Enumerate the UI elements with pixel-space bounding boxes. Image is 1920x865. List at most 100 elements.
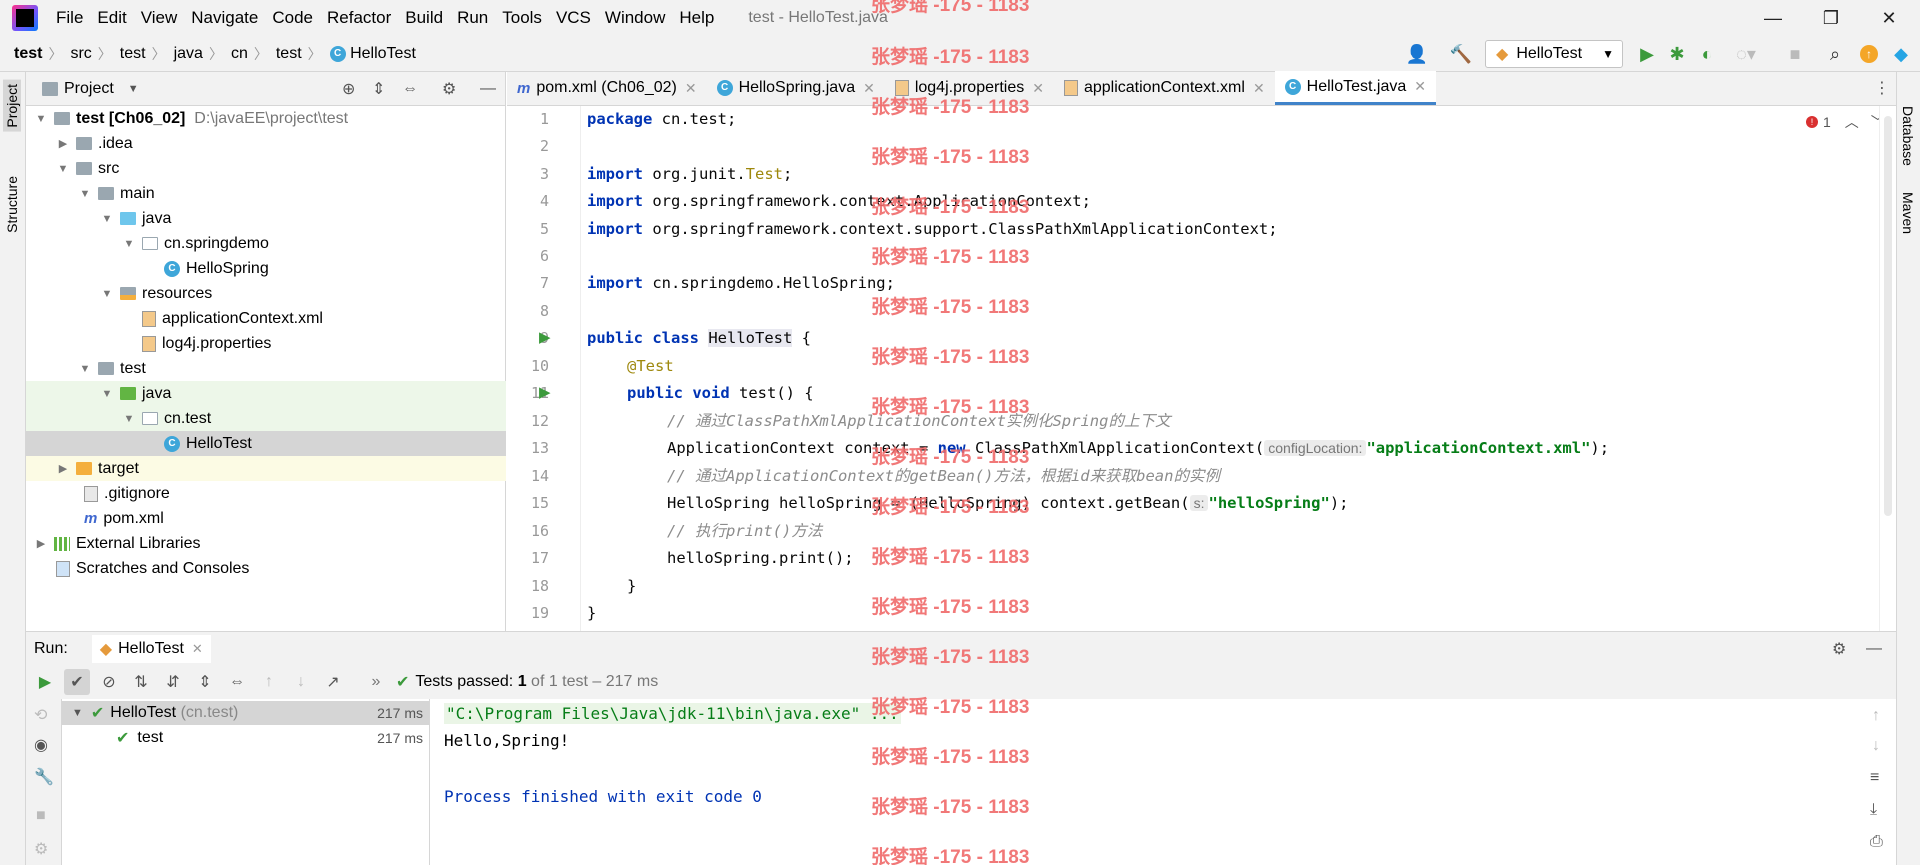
project-panel-title[interactable]: Project <box>64 80 114 98</box>
tree-item-cn-springdemo[interactable]: ▼ cn.springdemo <box>26 231 506 256</box>
close-tab-icon[interactable]: ✕ <box>685 80 697 97</box>
close-tab-icon[interactable]: ✕ <box>1253 80 1265 97</box>
tree-item-target[interactable]: ▶ target <box>26 456 506 481</box>
tree-item-cn-test[interactable]: ▼ cn.test <box>26 406 506 431</box>
console-output[interactable]: "C:\Program Files\Java\jdk-11\bin\java.e… <box>430 699 1866 865</box>
breadcrumb-item[interactable]: test <box>14 45 42 63</box>
locate-icon[interactable]: ⊕ <box>342 79 355 99</box>
close-tab-icon[interactable]: ✕ <box>863 80 875 97</box>
run-test-class-icon[interactable]: ▶ <box>539 328 551 346</box>
more-tabs-icon[interactable]: ⋮ <box>1874 71 1890 105</box>
test-result-row[interactable]: ✔ test 217 ms <box>62 726 429 750</box>
tree-item-idea[interactable]: ▶ .idea <box>26 131 506 156</box>
tree-item-scratches[interactable]: Scratches and Consoles <box>26 556 506 581</box>
next-icon[interactable]: ↓ <box>288 669 314 695</box>
tree-item-main-java[interactable]: ▼ java <box>26 206 506 231</box>
breadcrumb-item[interactable]: cn <box>231 45 248 63</box>
collapse-all-icon[interactable]: ⇔ <box>224 669 250 695</box>
update-icon[interactable]: ↑ <box>1856 41 1882 67</box>
run-test-method-icon[interactable]: ▶ <box>539 383 551 401</box>
project-tool-tab[interactable]: Project <box>3 80 21 132</box>
menu-window[interactable]: Window <box>605 8 665 28</box>
expand-all-icon[interactable]: ⇕ <box>192 669 218 695</box>
tab-hellotest-java[interactable]: C HelloTest.java ✕ <box>1274 71 1437 105</box>
tree-item-external-libraries[interactable]: ▶ External Libraries <box>26 531 506 556</box>
tab-hellospring-java[interactable]: C HelloSpring.java ✕ <box>707 71 885 105</box>
rerun-icon[interactable]: ▶ <box>32 669 58 695</box>
menu-file[interactable]: File <box>56 8 83 28</box>
rerun-failed-icon[interactable]: ⟲ <box>34 705 47 725</box>
close-icon[interactable]: ✕ <box>1861 0 1917 36</box>
run-icon[interactable]: ▶ <box>1634 41 1660 67</box>
print-icon[interactable]: ⎙ <box>1870 833 1883 851</box>
breadcrumb-item[interactable]: src <box>70 45 91 63</box>
menu-navigate[interactable]: Navigate <box>191 8 258 28</box>
test-result-row[interactable]: ▼ ✔ HelloTest (cn.test) 217 ms <box>62 701 429 725</box>
tree-item-applicationcontext-xml[interactable]: applicationContext.xml <box>26 306 506 331</box>
tree-item-resources[interactable]: ▼ resources <box>26 281 506 306</box>
hide-icon[interactable]: — <box>1866 640 1882 658</box>
tree-item-pom-xml[interactable]: m pom.xml <box>26 506 506 531</box>
settings-icon[interactable]: ⚙ <box>34 839 48 859</box>
tree-item-root[interactable]: ▼ test [Ch06_02] D:\javaEE\project\test <box>26 106 506 131</box>
scroll-to-end-icon[interactable]: ⤓ <box>1870 801 1877 819</box>
breadcrumb-item[interactable]: HelloTest <box>350 45 416 63</box>
show-ignored-icon[interactable]: ⊘ <box>96 669 122 695</box>
collapse-all-icon[interactable]: ⇔ <box>402 80 418 98</box>
scroll-up-icon[interactable]: ↑ <box>1872 707 1880 725</box>
editor-scrollbar[interactable] <box>1879 106 1896 631</box>
export-icon[interactable]: ↗ <box>320 669 346 695</box>
breadcrumb-item[interactable]: test <box>120 45 146 63</box>
close-tab-icon[interactable]: ✕ <box>192 641 203 657</box>
plugin-icon[interactable]: ◆ <box>1888 41 1914 67</box>
close-tab-icon[interactable]: ✕ <box>1414 78 1426 95</box>
soft-wrap-icon[interactable]: ≡ <box>1870 769 1879 787</box>
menu-code[interactable]: Code <box>272 8 313 28</box>
search-icon[interactable]: ⌕ <box>1822 41 1848 67</box>
stop-icon[interactable]: ■ <box>1782 41 1808 67</box>
minimize-icon[interactable]: — <box>1745 0 1801 36</box>
tree-item-hellospring[interactable]: C HelloSpring <box>26 256 506 281</box>
structure-tool-tab[interactable]: Structure <box>3 172 21 237</box>
build-hammer-icon[interactable]: 🔨 <box>1446 41 1476 67</box>
tab-applicationcontext-xml[interactable]: applicationContext.xml ✕ <box>1054 71 1275 105</box>
maven-tool-tab[interactable]: Maven <box>1900 192 1916 234</box>
menu-tools[interactable]: Tools <box>502 8 542 28</box>
sort-alpha-icon[interactable]: ⇅ <box>128 669 154 695</box>
tree-item-gitignore[interactable]: .gitignore <box>26 481 506 506</box>
profile-icon[interactable]: ◌▾ <box>1726 41 1766 67</box>
menu-vcs[interactable]: VCS <box>556 8 591 28</box>
menu-run[interactable]: Run <box>457 8 488 28</box>
menu-build[interactable]: Build <box>405 8 443 28</box>
tree-item-test[interactable]: ▼ test <box>26 356 506 381</box>
tree-item-src[interactable]: ▼ src <box>26 156 506 181</box>
code-editor[interactable]: package cn.test; import org.junit.Test; … <box>581 106 1885 631</box>
wrench-icon[interactable]: 🔧 <box>34 767 54 787</box>
breadcrumb-item[interactable]: test <box>276 45 302 63</box>
previous-icon[interactable]: ↑ <box>256 669 282 695</box>
menu-view[interactable]: View <box>141 8 178 28</box>
tab-pom-xml[interactable]: m pom.xml (Ch06_02) ✕ <box>507 71 707 105</box>
chevron-down-icon[interactable]: ▼ <box>128 83 139 95</box>
restore-icon[interactable]: ❐ <box>1803 0 1859 36</box>
scroll-down-icon[interactable]: ↓ <box>1872 737 1880 755</box>
breadcrumb-item[interactable]: java <box>174 45 203 63</box>
sort-duration-icon[interactable]: ⇵ <box>160 669 186 695</box>
tab-log4j-properties[interactable]: log4j.properties ✕ <box>885 71 1054 105</box>
run-tab-hellotest[interactable]: ◆ HelloTest ✕ <box>91 634 211 663</box>
menu-refactor[interactable]: Refactor <box>327 8 391 28</box>
expand-all-icon[interactable]: ⇕ <box>372 79 385 99</box>
gear-icon[interactable]: ⚙ <box>442 79 456 99</box>
chevron-up-icon[interactable]: ︿ <box>1845 112 1859 132</box>
tree-item-hellotest[interactable]: C HelloTest <box>26 431 506 456</box>
more-icon[interactable]: » <box>363 669 389 695</box>
debug-icon[interactable]: ✱ <box>1664 41 1690 67</box>
error-indicator[interactable]: ! 1 ︿ ﹀ <box>1806 112 1885 132</box>
tree-item-test-java[interactable]: ▼ java <box>26 381 506 406</box>
camera-icon[interactable]: ◉ <box>34 735 48 755</box>
menu-help[interactable]: Help <box>679 8 714 28</box>
user-icon[interactable]: 👤 <box>1400 41 1434 67</box>
run-configuration-select[interactable]: ◆ HelloTest ▼ <box>1485 40 1623 68</box>
show-passed-icon[interactable]: ✔ <box>64 669 90 695</box>
gear-icon[interactable]: ⚙ <box>1832 639 1846 659</box>
